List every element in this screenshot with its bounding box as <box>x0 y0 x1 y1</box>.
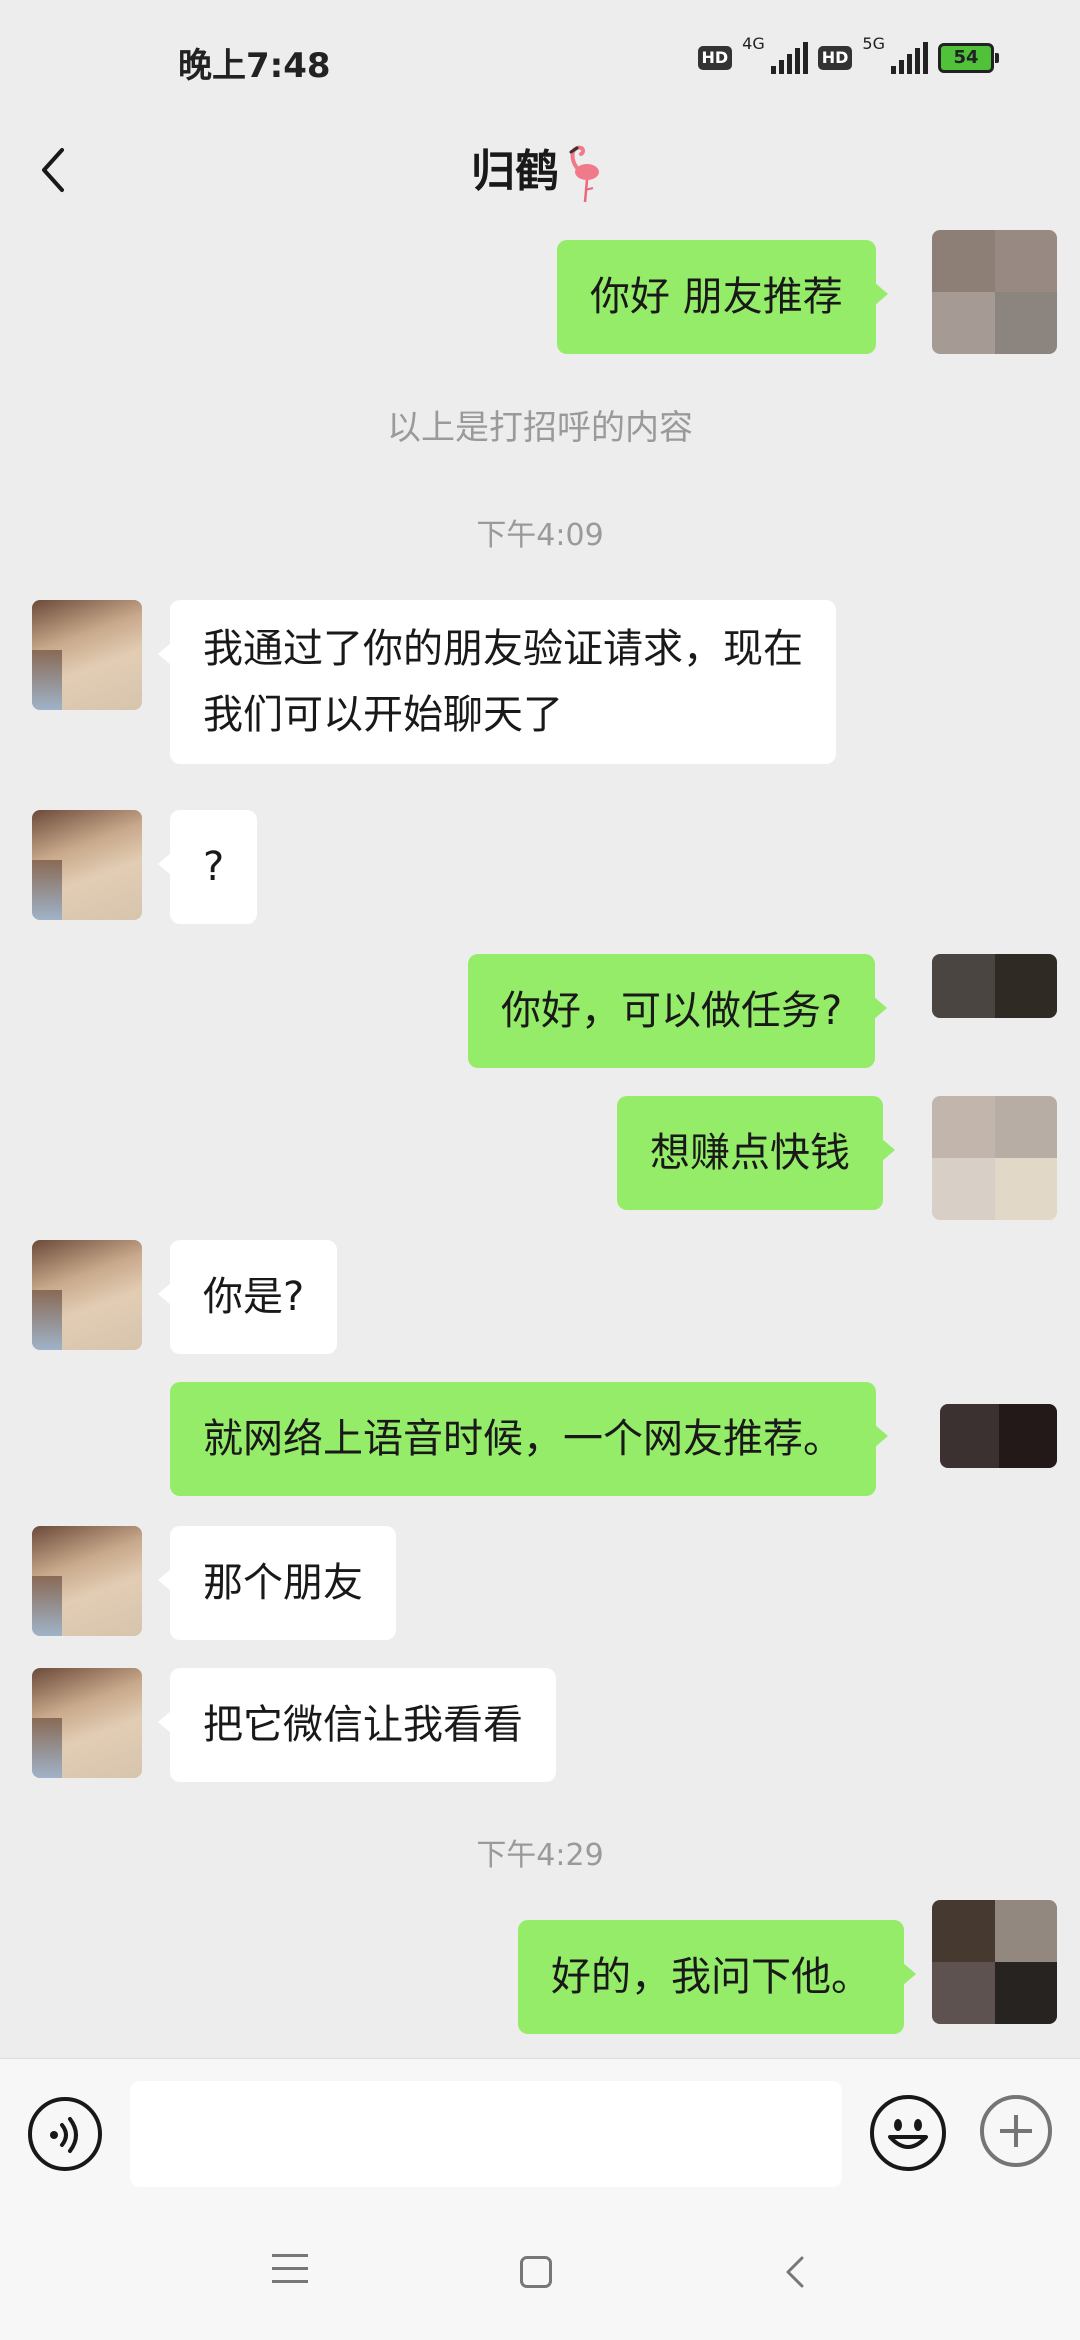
my-avatar[interactable] <box>932 1900 1057 2024</box>
home-icon[interactable] <box>520 2256 552 2288</box>
message-bubble-incoming[interactable]: 那个朋友 <box>158 1526 396 1640</box>
my-avatar[interactable] <box>932 954 1057 1018</box>
message-bubble-incoming[interactable]: 把它微信让我看看 <box>158 1668 556 1782</box>
signal-icon <box>891 42 928 74</box>
message-line: 我通过了你的朋友验证请求，现在 <box>203 626 803 672</box>
status-time: 晚上7:48 <box>178 46 331 86</box>
system-navigation-bar <box>0 2208 1080 2340</box>
timestamp: 下午4:29 <box>476 1838 604 1873</box>
message-bubble-incoming[interactable]: 你是? <box>157 1240 338 1354</box>
contact-avatar[interactable] <box>32 1526 142 1636</box>
status-indicators: HD 4G HD 5G 54 <box>697 34 999 82</box>
my-avatar[interactable] <box>932 1096 1057 1220</box>
contact-avatar[interactable] <box>32 600 142 710</box>
network-5g-label: 5G <box>862 34 885 53</box>
status-bar: 晚上7:48 HD 4G HD 5G 54 <box>0 0 1080 120</box>
greeting-note: 以上是打招呼的内容 <box>387 408 693 448</box>
network-4g-label: 4G <box>742 34 765 53</box>
signal-icon <box>770 42 808 74</box>
system-back-icon[interactable] <box>778 2254 814 2290</box>
hd-badge: HD <box>697 46 733 70</box>
contact-avatar[interactable] <box>32 1668 142 1778</box>
hd-badge: HD <box>817 46 853 70</box>
my-avatar[interactable] <box>932 230 1057 354</box>
chat-messages[interactable]: 你好 朋友推荐 以上是打招呼的内容 下午4:09 我通过了你的朋友验证请求，现在… <box>0 224 1080 2060</box>
voice-button[interactable] <box>28 2097 102 2171</box>
message-bubble-outgoing[interactable]: 就网络上语音时候，一个网友推荐。 <box>170 1382 888 1496</box>
emoji-icon <box>888 2119 928 2149</box>
menu-icon[interactable] <box>272 2254 308 2290</box>
contact-name: 归鹤 <box>471 146 559 197</box>
emoji-button[interactable] <box>870 2095 946 2171</box>
message-bubble-outgoing[interactable]: 想赚点快钱 <box>617 1096 895 1210</box>
message-input[interactable] <box>130 2081 842 2187</box>
message-bubble-outgoing[interactable]: 好的，我问下他。 <box>518 1920 916 2034</box>
plus-button[interactable] <box>980 2095 1052 2167</box>
message-bubble-incoming[interactable]: 我通过了你的朋友验证请求，现在 我们可以开始聊天了 <box>158 600 836 764</box>
battery-icon: 54 <box>938 43 999 73</box>
contact-avatar[interactable] <box>32 1240 142 1350</box>
input-bar <box>0 2058 1080 2208</box>
chat-title: 归鹤 <box>0 124 1080 220</box>
flamingo-emoji-icon <box>569 145 599 203</box>
message-bubble-incoming[interactable]: ? <box>157 810 258 924</box>
voice-icon <box>50 2117 78 2153</box>
my-avatar[interactable] <box>940 1404 1057 1468</box>
contact-avatar[interactable] <box>32 810 142 920</box>
timestamp: 下午4:09 <box>476 518 604 553</box>
message-bubble-outgoing[interactable]: 你好，可以做任务? <box>468 954 888 1068</box>
chat-header: 归鹤 <box>0 120 1080 224</box>
message-bubble-outgoing[interactable]: 你好 朋友推荐 <box>557 240 888 354</box>
message-line: 我们可以开始聊天了 <box>203 692 563 738</box>
